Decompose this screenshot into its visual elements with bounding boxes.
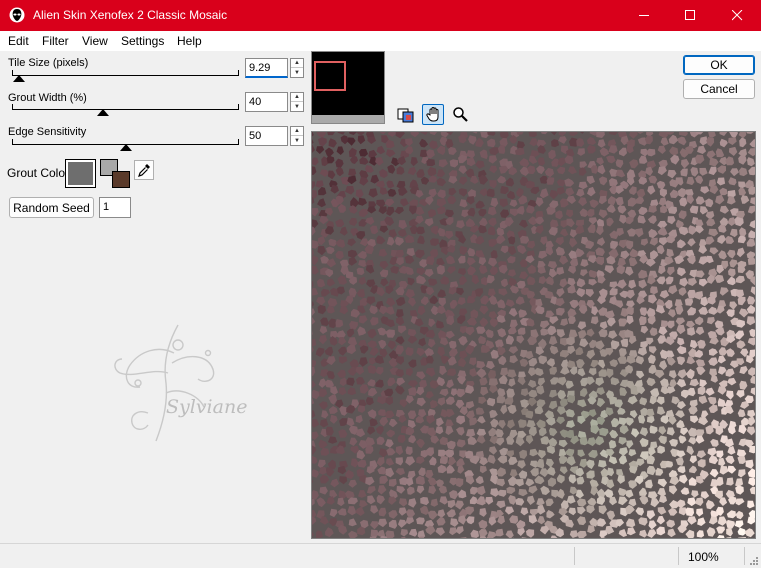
cancel-button[interactable]: Cancel [683, 79, 755, 99]
grout-width-label: Grout Width (%) [8, 92, 87, 104]
hand-icon [425, 106, 438, 122]
tile-size-slider[interactable] [12, 70, 239, 76]
spin-down-icon[interactable]: ▼ [291, 136, 303, 145]
mosaic-preview-canvas[interactable] [311, 131, 756, 539]
grout-color-swatch[interactable] [65, 159, 96, 188]
minimize-icon [638, 15, 649, 16]
eyedropper-button[interactable] [134, 160, 154, 180]
tile-size-slider-thumb[interactable] [12, 75, 25, 82]
resize-grip-icon[interactable] [748, 555, 758, 565]
zoom-tool-button[interactable] [449, 104, 471, 125]
alien-skin-logo-icon [9, 7, 25, 23]
compare-tool-button[interactable] [394, 104, 416, 125]
navigator-viewport-box[interactable] [314, 61, 346, 91]
edge-sensitivity-spinner[interactable]: ▲ ▼ [290, 126, 304, 146]
spin-down-icon[interactable]: ▼ [291, 68, 303, 77]
status-divider [574, 547, 575, 565]
eyedropper-icon [138, 164, 150, 177]
close-icon [731, 10, 742, 21]
navigator-preview[interactable] [311, 51, 385, 124]
menu-settings[interactable]: Settings [121, 34, 164, 48]
random-seed-input[interactable]: 1 [99, 197, 131, 218]
minimize-button[interactable] [621, 0, 667, 31]
spin-up-icon[interactable]: ▲ [291, 127, 303, 136]
close-button[interactable] [714, 0, 760, 31]
watermark-text: Sylviane [166, 396, 247, 418]
grout-width-slider[interactable] [12, 104, 239, 110]
status-bar: 100% [0, 543, 761, 568]
window-title: Alien Skin Xenofex 2 Classic Mosaic [33, 8, 228, 22]
grout-color-label: Grout Color [7, 166, 70, 180]
spin-up-icon[interactable]: ▲ [291, 93, 303, 102]
tile-size-label: Tile Size (pixels) [8, 57, 89, 69]
background-color-swatch[interactable] [112, 171, 130, 188]
spin-down-icon[interactable]: ▼ [291, 102, 303, 111]
menu-view[interactable]: View [82, 34, 108, 48]
grout-width-input[interactable]: 40 [245, 92, 288, 112]
compare-icon [397, 108, 413, 123]
zoom-level: 100% [688, 550, 719, 564]
watermark-logo: Sylviane [108, 323, 266, 447]
menu-bar: Edit Filter View Settings Help [0, 31, 761, 51]
ok-button[interactable]: OK [683, 55, 755, 75]
status-divider [678, 547, 679, 565]
edge-sensitivity-slider-thumb[interactable] [119, 144, 132, 151]
spin-up-icon[interactable]: ▲ [291, 59, 303, 68]
menu-edit[interactable]: Edit [8, 34, 29, 48]
tile-size-input[interactable]: 9.29 [245, 58, 288, 78]
menu-filter[interactable]: Filter [42, 34, 69, 48]
menu-help[interactable]: Help [177, 34, 202, 48]
title-bar: Alien Skin Xenofex 2 Classic Mosaic [0, 0, 761, 31]
grout-width-spinner[interactable]: ▲ ▼ [290, 92, 304, 112]
edge-sensitivity-label: Edge Sensitivity [8, 126, 87, 138]
tile-size-spinner[interactable]: ▲ ▼ [290, 58, 304, 78]
hand-tool-button[interactable] [422, 104, 444, 125]
maximize-icon [684, 10, 695, 20]
random-seed-button[interactable]: Random Seed [9, 197, 94, 218]
navigator-strip [312, 115, 384, 123]
maximize-button[interactable] [667, 0, 713, 31]
status-divider [744, 547, 745, 565]
zoom-icon [452, 107, 468, 122]
watermark-ornament-icon: Sylviane [114, 324, 247, 442]
mosaic-preview-image [312, 132, 755, 538]
edge-sensitivity-input[interactable]: 50 [245, 126, 288, 146]
grout-width-slider-thumb[interactable] [96, 109, 109, 116]
